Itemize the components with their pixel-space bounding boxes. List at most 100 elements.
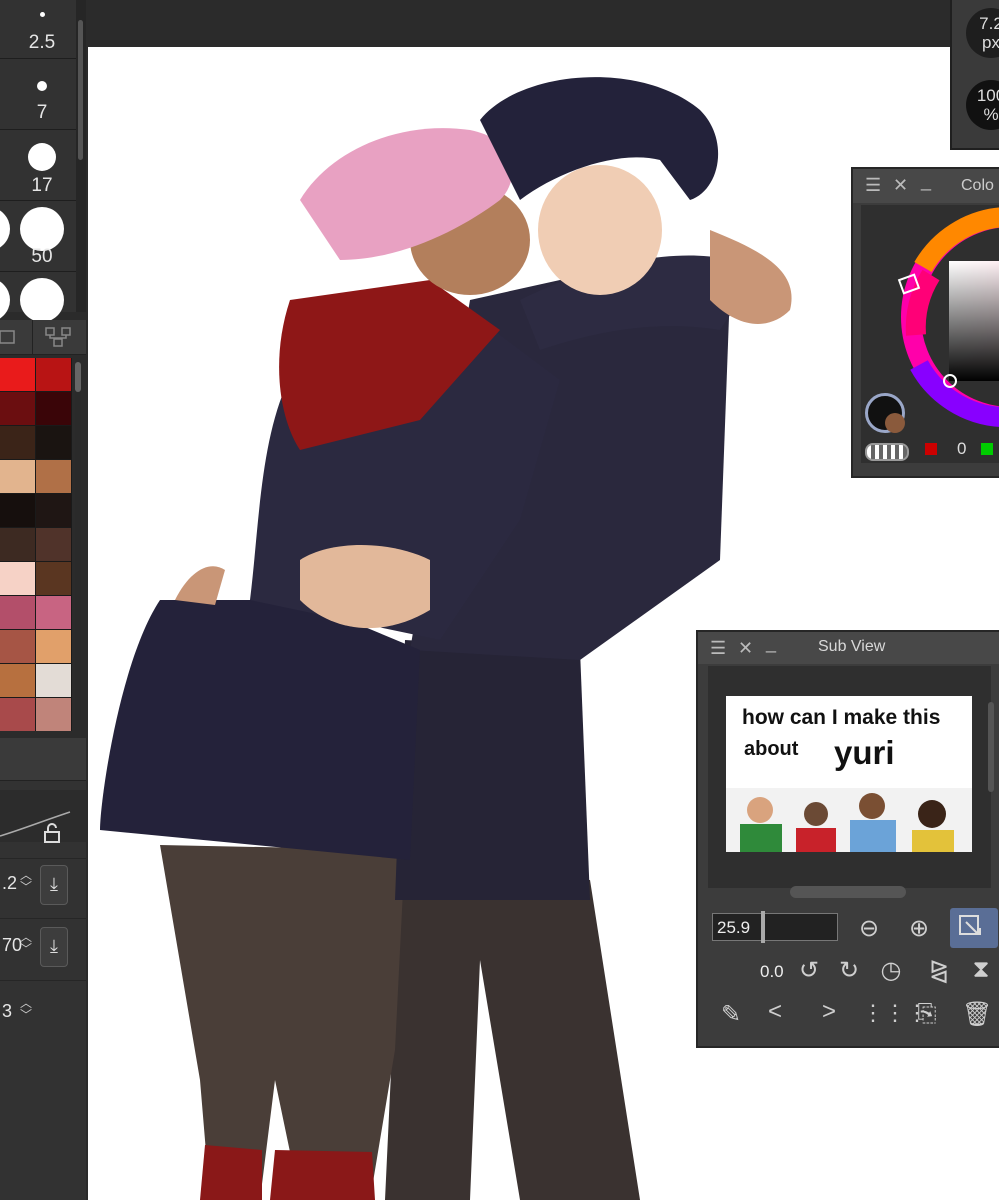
import-image-icon[interactable]: ⎘ (912, 1000, 942, 1028)
palette-swatch[interactable] (0, 460, 35, 493)
brush-dot-icon (37, 81, 47, 91)
palette-swatch[interactable] (0, 426, 35, 459)
palette-folder-icon[interactable] (0, 328, 16, 346)
palette-swatch[interactable] (36, 562, 71, 595)
palette-swatch[interactable] (36, 528, 71, 561)
sub-view-hscroll[interactable] (790, 886, 906, 898)
color-palette-grid (0, 358, 72, 731)
menu-icon[interactable]: ☰ (865, 175, 881, 196)
opacity-value: 100 (976, 86, 999, 105)
palette-swatch[interactable] (36, 358, 71, 391)
rotate-right-icon[interactable]: ↻ (834, 956, 864, 985)
download-icon[interactable]: ⤓ (40, 927, 68, 967)
palette-swatch[interactable] (36, 630, 71, 663)
reset-rotation-icon[interactable]: ◷ (876, 956, 906, 985)
zoom-in-icon[interactable]: ⊕ (904, 914, 934, 943)
delete-icon[interactable]: 🗑 (962, 1000, 992, 1029)
brush-dot-icon (20, 278, 64, 322)
reference-text-line2: about (744, 738, 799, 760)
red-channel-icon (925, 443, 937, 455)
palette-scroll-thumb[interactable] (75, 362, 81, 392)
brush-size-7[interactable]: 7 (0, 59, 76, 130)
panel-title: Colo (961, 177, 994, 194)
brush-size-value: 7.2 (979, 14, 999, 33)
divider (32, 320, 33, 354)
brush-size-label: 50 (31, 246, 53, 267)
spin-up-down-icon[interactable]: ︿ ﹀ (20, 931, 32, 955)
close-icon[interactable]: ✕ (893, 175, 908, 196)
reference-text-line1: how can I make this (742, 706, 941, 729)
palette-swatch[interactable] (0, 392, 35, 425)
palette-swatch[interactable] (36, 426, 71, 459)
property-row-1: .2 ︿ ﹀ ⤓ (0, 858, 86, 913)
sub-view-vscroll[interactable] (988, 702, 994, 792)
previous-image-icon[interactable]: < (760, 998, 790, 1026)
brush-dot-icon (20, 207, 64, 251)
download-icon[interactable]: ⤓ (40, 865, 68, 905)
palette-swatch[interactable] (36, 494, 71, 527)
rotation-angle-value[interactable]: 0.0 (760, 962, 784, 982)
palette-swatch[interactable] (0, 596, 35, 629)
palette-swatch[interactable] (0, 528, 35, 561)
palette-settings-icon[interactable] (44, 326, 72, 348)
transparent-color-button[interactable] (865, 443, 909, 461)
property-row-3: 3 ︿ ﹀ (0, 980, 86, 1041)
reference-photo-people (726, 788, 972, 852)
spin-up-down-icon[interactable]: ︿ ﹀ (20, 997, 32, 1021)
zoom-value: 25.9 (717, 918, 751, 937)
next-image-icon[interactable]: > (814, 998, 844, 1026)
sub-view-panel: ☰ ✕ _ Sub View how can I make this about… (696, 630, 999, 1048)
brush-dot-icon (28, 143, 56, 171)
lock-icon[interactable] (42, 822, 64, 844)
flip-horizontal-icon[interactable]: ⧎ (924, 956, 954, 985)
sub-color-swatch[interactable] (885, 413, 905, 433)
zoom-slider[interactable]: 25.9 (712, 911, 838, 943)
brush-size-indicator[interactable]: 7.2 px (966, 8, 999, 58)
brush-size-label: 2.5 (28, 32, 56, 53)
brush-size-50[interactable]: 50 (0, 201, 76, 272)
palette-swatch[interactable] (0, 562, 35, 595)
palette-swatch[interactable] (36, 698, 71, 731)
close-icon[interactable]: ✕ (738, 638, 753, 659)
panel-title: Sub View (818, 638, 886, 655)
property-row-2: 70 ︿ ﹀ ⤓ (0, 918, 86, 975)
brush-size-label: 17 (31, 175, 53, 196)
opacity-unit: % (983, 105, 999, 124)
brush-scroll-thumb[interactable] (78, 20, 83, 160)
opacity-indicator[interactable]: 100 % (966, 80, 999, 130)
color-channel-value[interactable]: 0 (957, 439, 966, 459)
green-channel-icon (981, 443, 993, 455)
palette-swatch[interactable] (0, 630, 35, 663)
grid-view-icon[interactable]: ⋮⋮⋮ (862, 1000, 928, 1026)
tool-property-panel: .2 ︿ ﹀ ⤓ 70 ︿ ﹀ ⤓ 3 ︿ ﹀ (0, 738, 86, 1200)
reference-text-line3: yuri (834, 734, 895, 771)
zoom-slider-handle[interactable] (761, 911, 765, 943)
palette-scrollbar[interactable] (75, 360, 81, 720)
reference-image: how can I make this about yuri (726, 696, 972, 852)
palette-swatch[interactable] (0, 698, 35, 731)
palette-swatch[interactable] (0, 664, 35, 697)
property-value[interactable]: 3 (2, 1001, 12, 1022)
palette-swatch[interactable] (36, 664, 71, 697)
palette-swatch[interactable] (36, 596, 71, 629)
eyedropper-icon[interactable]: ✎ (716, 1000, 746, 1029)
palette-swatch[interactable] (0, 358, 35, 391)
property-header (0, 738, 86, 781)
brush-size-2-5[interactable]: 2.5 (0, 0, 76, 59)
menu-icon[interactable]: ☰ (710, 638, 726, 659)
zoom-out-icon[interactable]: ⊖ (854, 914, 884, 943)
brush-size-17[interactable]: 17 (0, 130, 76, 201)
minimize-icon[interactable]: _ (766, 633, 776, 654)
property-value[interactable]: .2 (2, 873, 17, 894)
palette-swatch[interactable] (36, 460, 71, 493)
minimize-icon[interactable]: _ (921, 171, 931, 192)
rotate-left-icon[interactable]: ↺ (794, 956, 824, 985)
spin-up-down-icon[interactable]: ︿ ﹀ (20, 869, 32, 893)
flip-vertical-icon[interactable]: ⧗ (966, 956, 996, 984)
palette-swatch[interactable] (36, 392, 71, 425)
palette-swatch[interactable] (0, 494, 35, 527)
brush-size-label: 7 (36, 102, 48, 123)
fit-to-window-button[interactable] (950, 908, 998, 948)
panel-header: ☰ ✕ _ Sub View (698, 632, 999, 664)
brush-dot-icon (0, 207, 10, 251)
